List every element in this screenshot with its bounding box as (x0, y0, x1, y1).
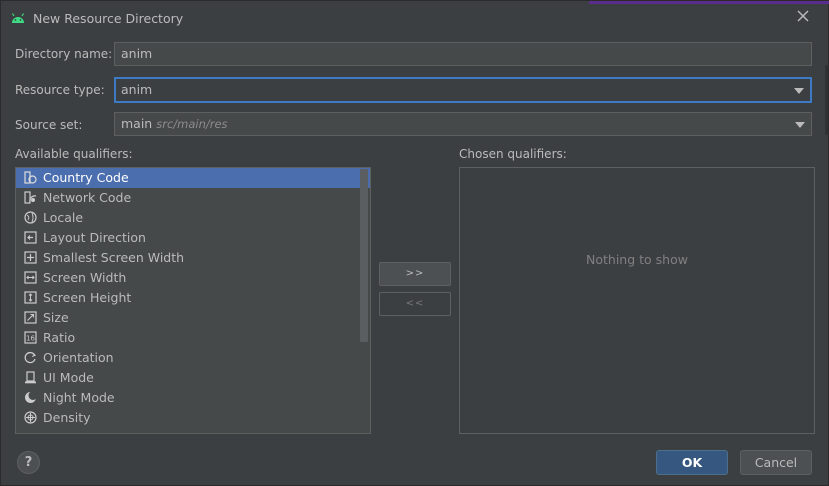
source-set-value: main (121, 116, 153, 131)
qualifier-label: Layout Direction (43, 230, 146, 245)
qualifier-label: Screen Width (43, 270, 127, 285)
qualifier-locale[interactable]: Locale (16, 208, 370, 228)
qualifier-label: Orientation (43, 350, 114, 365)
source-set-label: Source set: (15, 118, 83, 132)
qualifier-density[interactable]: Density (16, 408, 370, 428)
new-resource-directory-dialog: New Resource Directory Directory name: a… (0, 0, 829, 486)
help-button[interactable]: ? (17, 451, 40, 474)
size-icon (24, 311, 37, 324)
qualifier-ratio[interactable]: 16 Ratio (16, 328, 370, 348)
screen-width-icon (24, 271, 37, 284)
empty-state-text: Nothing to show (586, 252, 688, 267)
available-qualifiers-list[interactable]: Country Code Network Code Locale Layout … (15, 167, 371, 434)
ok-button[interactable]: OK (656, 450, 728, 475)
svg-text:16: 16 (26, 335, 35, 343)
qualifier-label: Smallest Screen Width (43, 250, 185, 265)
country-code-icon (24, 171, 37, 184)
qualifier-screen-height[interactable]: Screen Height (16, 288, 370, 308)
source-set-select[interactable]: main src/main/res (114, 112, 812, 136)
qualifier-label: Density (43, 410, 91, 425)
resource-type-value: anim (121, 82, 153, 97)
network-code-icon (24, 191, 37, 204)
cancel-button[interactable]: Cancel (740, 450, 812, 475)
qualifier-country-code[interactable]: Country Code (16, 168, 370, 188)
qualifier-smallest-screen-width[interactable]: Smallest Screen Width (16, 248, 370, 268)
qualifier-layout-direction[interactable]: Layout Direction (16, 228, 370, 248)
screen-height-icon (24, 291, 37, 304)
smallest-width-icon (24, 251, 37, 264)
layout-direction-icon (24, 231, 37, 244)
qualifier-label: Size (43, 310, 69, 325)
night-mode-icon (25, 391, 37, 403)
add-qualifier-button[interactable]: >> (379, 262, 451, 286)
resource-type-label: Resource type: (15, 83, 105, 97)
resource-type-select[interactable]: anim (114, 77, 812, 103)
density-icon (24, 411, 37, 424)
chevron-down-icon (794, 88, 804, 94)
remove-qualifier-button[interactable]: << (379, 292, 451, 316)
chosen-qualifiers-list[interactable]: Nothing to show (459, 167, 815, 434)
qualifier-size[interactable]: Size (16, 308, 370, 328)
qualifier-label: UI Mode (43, 370, 94, 385)
qualifier-screen-width[interactable]: Screen Width (16, 268, 370, 288)
background-window-edge (825, 65, 828, 135)
qualifier-label: Night Mode (43, 390, 115, 405)
qualifier-label: Country Code (43, 170, 129, 185)
directory-name-value: anim (121, 46, 153, 61)
dialog-title: New Resource Directory (33, 11, 184, 26)
title-bar: New Resource Directory (1, 1, 829, 35)
available-list-scrollbar[interactable] (360, 169, 368, 342)
ui-mode-icon (25, 371, 36, 384)
source-set-path: src/main/res (156, 117, 228, 131)
qualifier-label: Ratio (43, 330, 76, 345)
android-icon (11, 13, 25, 23)
globe-icon (24, 211, 37, 224)
qualifier-ui-mode[interactable]: UI Mode (16, 368, 370, 388)
available-qualifiers-label: Available qualifiers: (15, 147, 133, 161)
chosen-qualifiers-label: Chosen qualifiers: (459, 147, 567, 161)
qualifier-network-code[interactable]: Network Code (16, 188, 370, 208)
qualifier-label: Locale (43, 210, 84, 225)
qualifier-label: Network Code (43, 190, 132, 205)
directory-name-label: Directory name: (15, 47, 113, 61)
qualifier-label: Screen Height (43, 290, 132, 305)
orientation-icon (24, 351, 37, 364)
qualifier-orientation[interactable]: Orientation (16, 348, 370, 368)
directory-name-input[interactable]: anim (114, 42, 812, 66)
chevron-down-icon (795, 122, 805, 128)
qualifier-night-mode[interactable]: Night Mode (16, 388, 370, 408)
ratio-icon: 16 (24, 331, 37, 344)
close-icon[interactable] (794, 7, 812, 25)
